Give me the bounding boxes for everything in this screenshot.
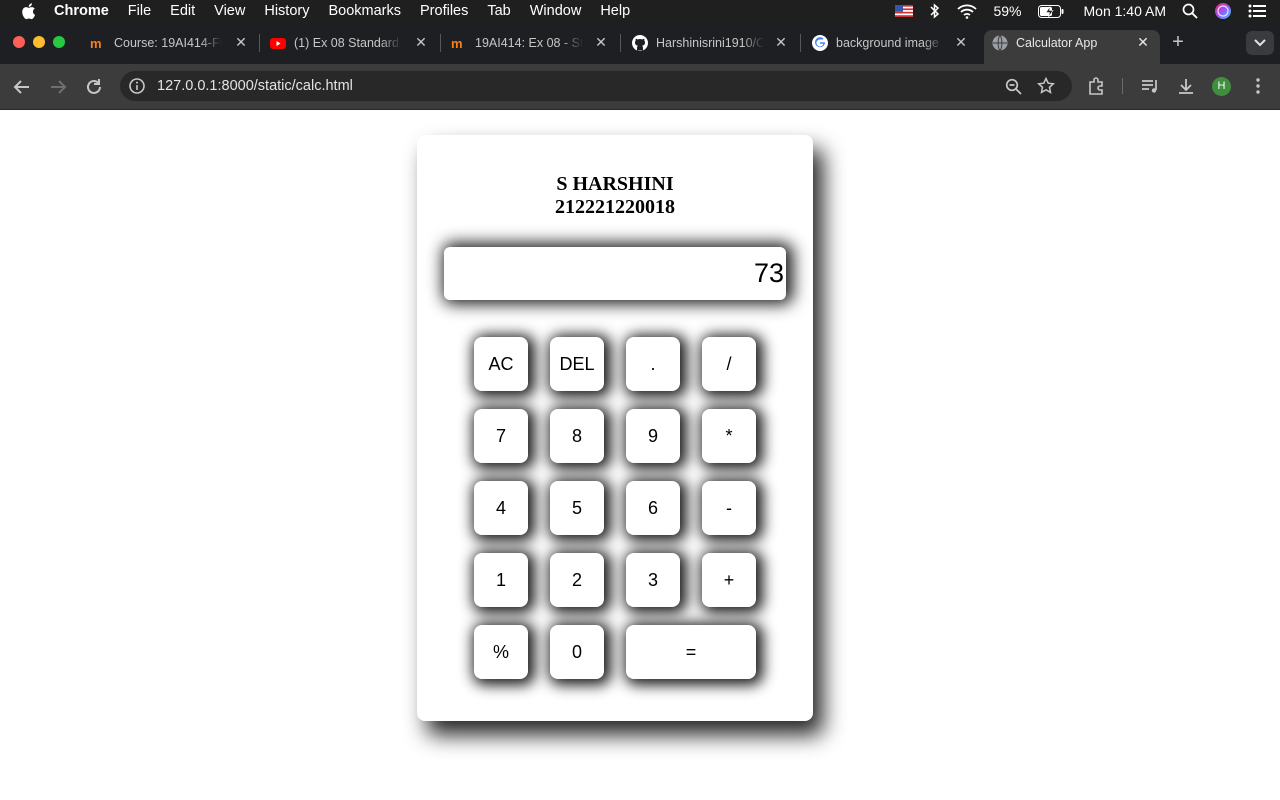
tab-title: Course: 19AI414-Fu (114, 36, 222, 50)
menu-view[interactable]: View (214, 3, 245, 19)
tab-separator (440, 34, 441, 52)
tab-exercise-moodle[interactable]: m 19AI414: Ex 08 - St ✕ (451, 30, 608, 56)
calculator-card: S HARSHINI 212221220018 73 AC DEL . / 7 … (417, 135, 813, 721)
digit-0-button[interactable]: 0 (550, 625, 604, 679)
window-close-button[interactable] (13, 36, 25, 48)
digit-2-button[interactable]: 2 (550, 553, 604, 607)
menu-tab[interactable]: Tab (487, 3, 510, 19)
us-flag-icon[interactable] (895, 5, 914, 17)
profile-avatar[interactable]: H (1212, 77, 1231, 96)
address-bar[interactable]: 127.0.0.1:8000/static/calc.html (120, 71, 1072, 101)
toolbar-divider (1122, 78, 1123, 94)
moodle-icon: m (90, 36, 102, 51)
tab-close-icon[interactable]: ✕ (594, 35, 608, 49)
site-info-icon[interactable] (128, 77, 146, 95)
moodle-icon: m (451, 36, 463, 51)
tab-youtube[interactable]: (1) Ex 08 Standard ✕ (270, 30, 428, 56)
control-center-icon[interactable] (1248, 3, 1266, 19)
multiply-button[interactable]: * (702, 409, 756, 463)
menu-bookmarks[interactable]: Bookmarks (328, 3, 401, 19)
tab-separator (259, 34, 260, 52)
student-name: S HARSHINI (556, 173, 674, 195)
menu-history[interactable]: History (264, 3, 309, 19)
menu-app-name[interactable]: Chrome (54, 3, 109, 19)
tab-title: (1) Ex 08 Standard (294, 36, 399, 50)
digit-7-button[interactable]: 7 (474, 409, 528, 463)
bluetooth-icon[interactable] (929, 3, 941, 19)
svg-text:m: m (451, 36, 463, 51)
wifi-icon[interactable] (957, 3, 978, 19)
tab-course-moodle[interactable]: m Course: 19AI414-Fu ✕ (90, 30, 248, 56)
more-menu-icon[interactable] (1248, 76, 1268, 96)
tab-close-icon[interactable]: ✕ (234, 35, 248, 49)
divide-button[interactable]: / (702, 337, 756, 391)
digit-8-button[interactable]: 8 (550, 409, 604, 463)
battery-charging-icon[interactable] (1037, 4, 1064, 18)
digit-4-button[interactable]: 4 (474, 481, 528, 535)
spotlight-search-icon[interactable] (1182, 3, 1198, 19)
percent-button[interactable]: % (474, 625, 528, 679)
digit-9-button[interactable]: 9 (626, 409, 680, 463)
back-arrow-icon[interactable] (11, 76, 33, 98)
tab-close-icon[interactable]: ✕ (774, 35, 788, 49)
reload-icon[interactable] (83, 76, 105, 98)
apple-logo-icon[interactable] (20, 2, 36, 20)
google-icon (812, 35, 828, 51)
tab-separator (800, 34, 801, 52)
subtract-button[interactable]: - (702, 481, 756, 535)
tab-github[interactable]: Harshinisrini1910/C ✕ (632, 30, 788, 56)
delete-button[interactable]: DEL (550, 337, 604, 391)
window-zoom-button[interactable] (53, 36, 65, 48)
tab-google-search[interactable]: background image ✕ (812, 30, 968, 56)
svg-text:m: m (90, 36, 102, 51)
zoom-icon[interactable] (1005, 78, 1022, 95)
tab-close-icon[interactable]: ✕ (414, 35, 428, 49)
download-icon[interactable] (1176, 76, 1196, 96)
new-tab-button[interactable]: + (1168, 32, 1188, 52)
menu-profiles[interactable]: Profiles (420, 3, 468, 19)
digit-5-button[interactable]: 5 (550, 481, 604, 535)
digit-1-button[interactable]: 1 (474, 553, 528, 607)
decimal-button[interactable]: . (626, 337, 680, 391)
battery-percent: 59% (993, 3, 1022, 19)
chevron-down-icon (1254, 39, 1266, 47)
menubar-clock[interactable]: Mon 1:40 AM (1084, 3, 1167, 19)
menu-help[interactable]: Help (600, 3, 630, 19)
tab-separator (620, 34, 621, 52)
digit-3-button[interactable]: 3 (626, 553, 680, 607)
github-icon (632, 35, 648, 51)
digit-6-button[interactable]: 6 (626, 481, 680, 535)
calculator-display: 73 (444, 247, 786, 300)
address-url[interactable]: 127.0.0.1:8000/static/calc.html (157, 78, 353, 94)
tab-close-icon[interactable]: ✕ (1136, 35, 1150, 49)
globe-icon (992, 35, 1008, 51)
extensions-puzzle-icon[interactable] (1087, 76, 1107, 96)
tab-title: background image (836, 36, 939, 50)
menu-file[interactable]: File (128, 3, 151, 19)
display-value: 73 (753, 258, 784, 288)
add-button[interactable]: + (702, 553, 756, 607)
tab-title: Harshinisrini1910/C (656, 36, 764, 50)
siri-icon[interactable] (1214, 2, 1232, 20)
tab-title: 19AI414: Ex 08 - St (475, 36, 583, 50)
forward-arrow-icon[interactable] (47, 76, 69, 98)
youtube-icon (270, 38, 286, 49)
tab-search-button[interactable] (1246, 31, 1274, 55)
tab-title: Calculator App (1016, 36, 1098, 50)
profile-initial: H (1217, 80, 1226, 92)
menu-edit[interactable]: Edit (170, 3, 195, 19)
bookmark-star-icon[interactable] (1037, 77, 1055, 95)
equals-button[interactable]: = (626, 625, 756, 679)
media-queue-icon[interactable] (1140, 76, 1160, 96)
macos-menu-bar: Chrome File Edit View History Bookmarks … (0, 0, 1280, 22)
tab-calculator-app-content[interactable]: Calculator App ✕ (992, 30, 1150, 56)
ac-button[interactable]: AC (474, 337, 528, 391)
window-minimize-button[interactable] (33, 36, 45, 48)
menu-window[interactable]: Window (530, 3, 582, 19)
tab-close-icon[interactable]: ✕ (954, 35, 968, 49)
student-roll-number: 212221220018 (555, 196, 675, 218)
